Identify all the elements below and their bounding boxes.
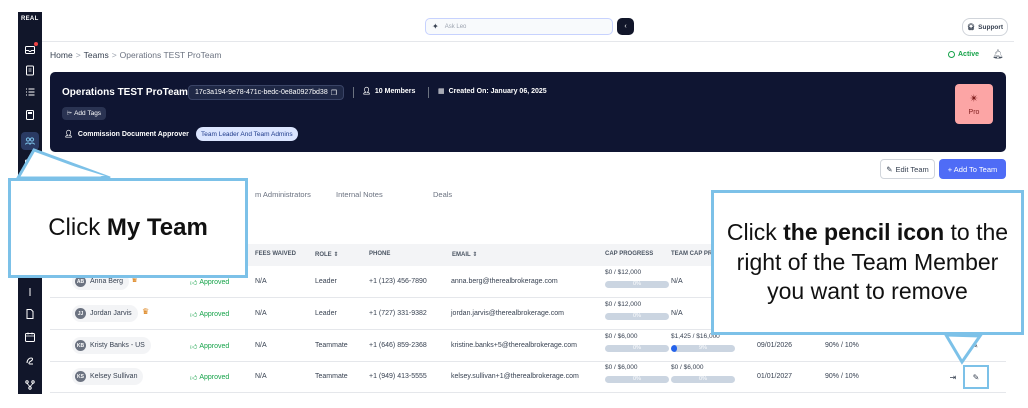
callout-pointer-cover	[21, 154, 105, 176]
pointer-fill	[21, 154, 105, 176]
